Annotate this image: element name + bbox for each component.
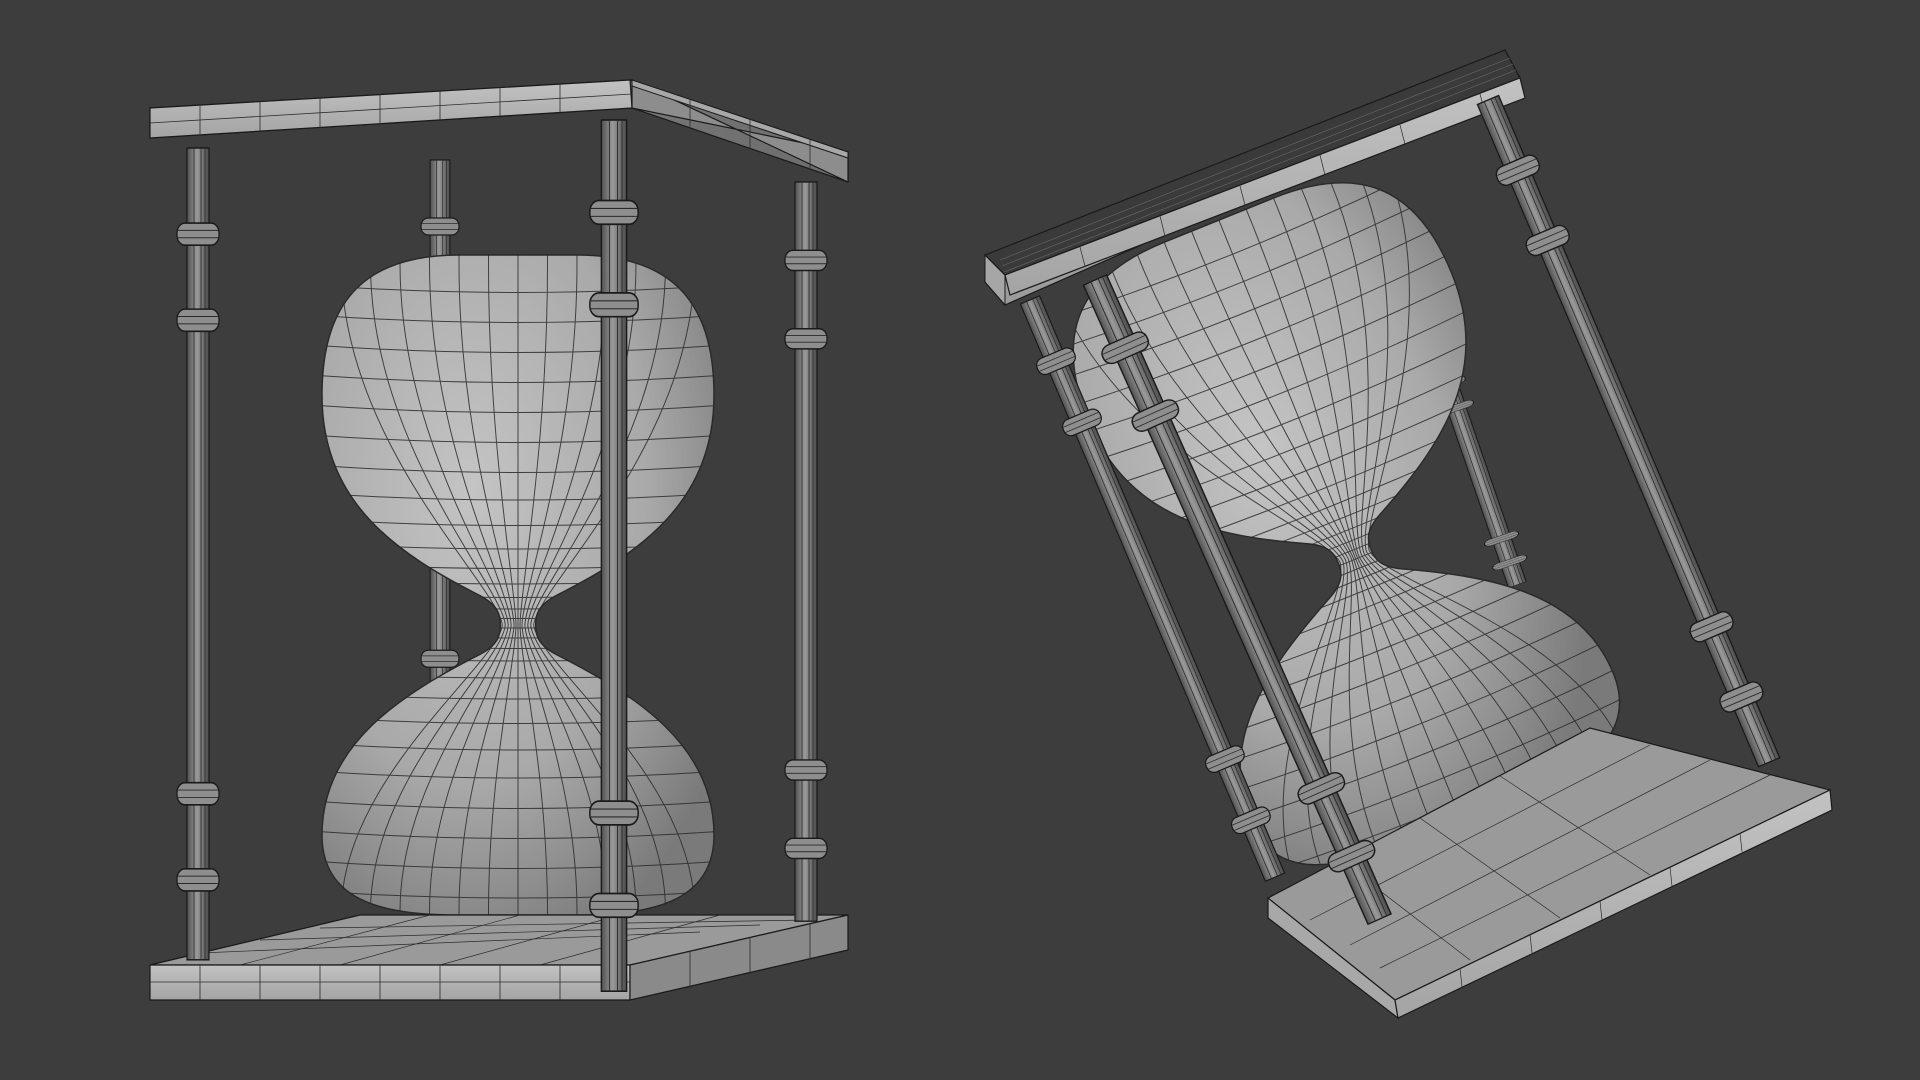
hourglass-tilted[interactable]	[983, 49, 1833, 1020]
3d-viewport[interactable]	[0, 0, 1920, 1080]
left-rod	[177, 148, 219, 960]
bottom-plate	[149, 914, 849, 1001]
viewport-canvas	[149, 49, 1833, 1020]
glass-bulb	[312, 245, 724, 925]
right-rod	[785, 182, 827, 921]
top-plate	[149, 79, 849, 183]
hourglass-upright[interactable]	[149, 79, 849, 1001]
